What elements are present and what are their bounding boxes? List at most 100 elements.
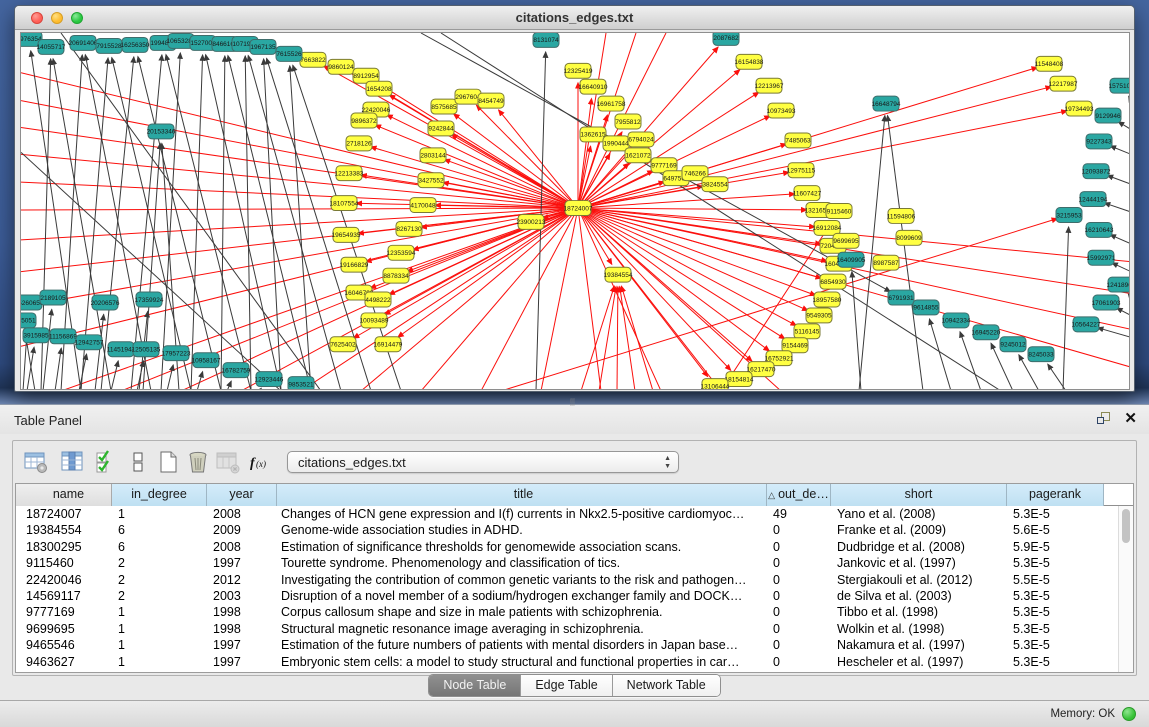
table-cell[interactable]: Nakamura et al. (1997) (831, 637, 1007, 653)
table-cell[interactable]: 9699695 (16, 621, 112, 637)
table-cell[interactable]: 6 (112, 522, 207, 538)
table-cell[interactable]: 5.6E-5 (1007, 522, 1104, 538)
table-cell[interactable]: 1 (112, 506, 207, 522)
column-header-short[interactable]: short (831, 484, 1007, 506)
table-row[interactable]: 1830029562008Estimation of significance … (16, 539, 1118, 555)
table-row[interactable]: 977716911998Corpus callosum shape and si… (16, 604, 1118, 620)
splitter-handle-icon[interactable]: ▒ (570, 400, 580, 406)
graph-node[interactable]: 23900213 (517, 214, 546, 229)
table-cell[interactable]: 5.3E-5 (1007, 588, 1104, 604)
graph-node[interactable]: 1362615 (580, 127, 606, 142)
graph-node[interactable]: 12975115 (787, 163, 816, 178)
table-row[interactable]: 946362711997Embryonic stem cells: a mode… (16, 654, 1118, 670)
graph-node[interactable]: 20153346 (147, 124, 176, 139)
graph-node[interactable]: 19384554 (604, 267, 633, 282)
new-document-icon[interactable] (155, 449, 181, 475)
table-cell[interactable]: 9777169 (16, 604, 112, 620)
graph-node[interactable]: 3427552 (418, 173, 444, 188)
graph-node[interactable]: 20206576 (91, 295, 120, 310)
table-cell[interactable]: 5.5E-5 (1007, 572, 1104, 588)
table-cell[interactable]: Estimation of significance thresholds fo… (277, 539, 767, 555)
graph-node[interactable]: 11548408 (1035, 56, 1064, 71)
graph-node[interactable]: 16640910 (579, 79, 608, 94)
graph-node[interactable]: 2718126 (346, 136, 372, 151)
table-cell[interactable]: Stergiakouli et al. (2012) (831, 572, 1007, 588)
table-cell[interactable]: 0 (767, 555, 831, 571)
table-cell[interactable]: Genome-wide association studies in ADHD. (277, 522, 767, 538)
table-cell[interactable]: 1998 (207, 621, 277, 637)
graph-node[interactable]: 16782759 (222, 363, 251, 378)
graph-node[interactable]: 12213967 (755, 78, 784, 93)
graph-node[interactable]: 9242844 (428, 121, 454, 136)
graph-node[interactable]: 2803144 (420, 148, 446, 163)
graph-node[interactable]: 10973493 (767, 103, 796, 118)
graph-node[interactable]: 3915985 (23, 328, 49, 343)
table-cell[interactable]: 2 (112, 588, 207, 604)
table-cell[interactable]: 1997 (207, 654, 277, 670)
table-cell[interactable]: 5.3E-5 (1007, 621, 1104, 637)
table-cell[interactable]: Wolkin et al. (1998) (831, 621, 1007, 637)
graph-node[interactable]: 12418964 (1107, 277, 1130, 292)
graph-node[interactable]: 19166829 (340, 257, 369, 272)
table-scrollbar[interactable] (1118, 506, 1133, 672)
table-cell[interactable]: Structural magnetic resonance image aver… (277, 621, 767, 637)
graph-node[interactable]: 9129946 (1095, 108, 1121, 123)
table-cell[interactable]: 2 (112, 572, 207, 588)
graph-node[interactable]: 7625402 (330, 337, 356, 352)
graph-node[interactable]: 15992971 (1087, 250, 1116, 265)
graph-node[interactable]: 12923446 (255, 372, 284, 387)
table-cell[interactable]: 18300295 (16, 539, 112, 555)
graph-node[interactable]: 16961758 (597, 96, 626, 111)
network-window-titlebar[interactable]: citations_edges.txt (15, 6, 1134, 30)
table-cell[interactable]: 0 (767, 621, 831, 637)
graph-node[interactable]: 16945220 (972, 325, 1001, 340)
clear-selection-icon[interactable] (125, 449, 151, 475)
graph-node[interactable]: 11607427 (793, 186, 822, 201)
graph-node[interactable]: 16210643 (1085, 222, 1114, 237)
table-cell[interactable]: Disruption of a novel member of a sodium… (277, 588, 767, 604)
trash-icon[interactable] (185, 449, 211, 475)
table-mode-icon[interactable] (23, 449, 49, 475)
function-icon[interactable]: f (x) (247, 449, 273, 475)
graph-node[interactable]: 19734493 (1065, 101, 1094, 116)
table-cell[interactable]: 0 (767, 637, 831, 653)
column-header-name[interactable]: name (16, 484, 112, 506)
table-cell[interactable]: 5.9E-5 (1007, 539, 1104, 555)
graph-node[interactable]: 1654208 (366, 81, 392, 96)
table-cell[interactable]: 0 (767, 588, 831, 604)
close-panel-icon[interactable]: ✕ (1124, 411, 1137, 426)
graph-node[interactable]: 7485063 (785, 133, 811, 148)
table-cell[interactable]: 0 (767, 522, 831, 538)
table-cell[interactable]: Franke et al. (2009) (831, 522, 1007, 538)
table-cell[interactable]: 1 (112, 604, 207, 620)
graph-node[interactable]: 8131074 (533, 33, 559, 47)
graph-node[interactable]: 2189105 (40, 290, 66, 305)
graph-node[interactable]: 20691406 (69, 35, 98, 50)
graph-node[interactable]: 6791931 (888, 290, 914, 305)
graph-node[interactable]: 9905051 (21, 313, 36, 328)
table-row[interactable]: 2242004622012Investigating the contribut… (16, 572, 1118, 588)
table-cell[interactable]: 5.3E-5 (1007, 506, 1104, 522)
graph-node[interactable]: 8575685 (431, 99, 457, 114)
graph-node[interactable]: 10942334 (942, 313, 971, 328)
table-cell[interactable]: de Silva et al. (2003) (831, 588, 1007, 604)
graph-node[interactable]: 9853521 (288, 377, 314, 390)
table-cell[interactable]: 5.3E-5 (1007, 604, 1104, 620)
table-cell[interactable]: 2008 (207, 539, 277, 555)
table-row[interactable]: 946554611997Estimation of the future num… (16, 637, 1118, 653)
graph-node[interactable]: 7663822 (300, 52, 326, 67)
graph-node[interactable]: 13106444 (701, 379, 730, 390)
table-cell[interactable]: Yano et al. (2008) (831, 506, 1007, 522)
graph-node[interactable]: 4498222 (365, 292, 391, 307)
graph-node[interactable]: 12942757 (75, 335, 104, 350)
table-cell[interactable]: 5.3E-5 (1007, 654, 1104, 670)
graph-node[interactable]: 14055717 (37, 39, 66, 54)
graph-node[interactable]: 12353594 (387, 245, 416, 260)
table-cell[interactable]: 0 (767, 654, 831, 670)
table-cell[interactable]: Tibbo et al. (1998) (831, 604, 1007, 620)
graph-node[interactable]: 19654935 (332, 227, 361, 242)
table-cell[interactable]: 2003 (207, 588, 277, 604)
table-cell[interactable]: 1 (112, 654, 207, 670)
table-cell[interactable]: 1997 (207, 637, 277, 653)
table-cell[interactable]: Estimation of the future numbers of pati… (277, 637, 767, 653)
